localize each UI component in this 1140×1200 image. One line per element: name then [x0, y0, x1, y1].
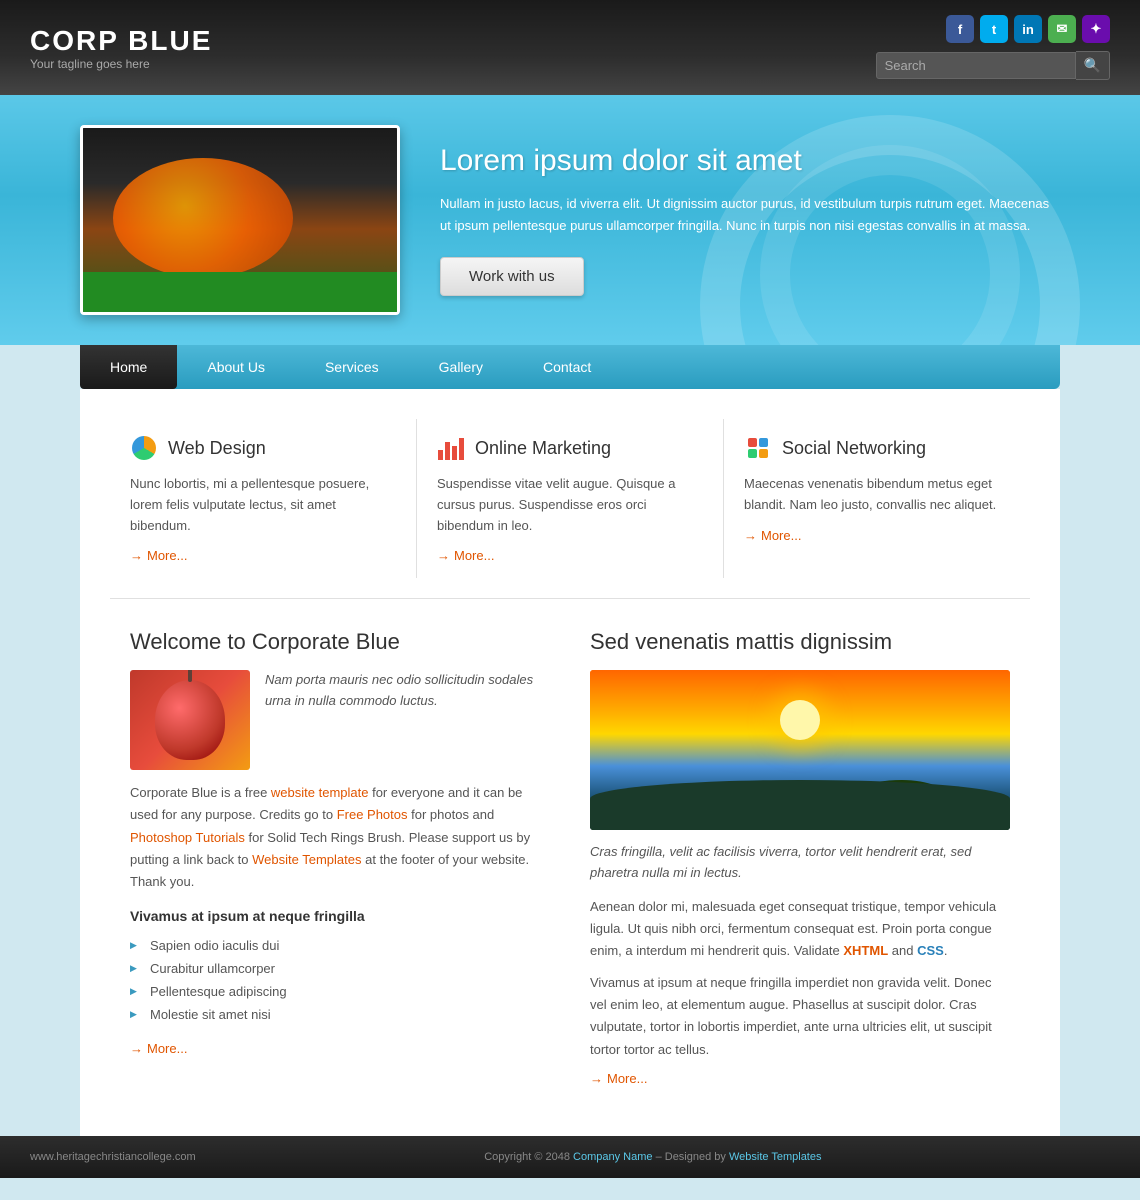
- footer-left: www.heritagechristiancollege.com: [30, 1151, 196, 1163]
- search-bar: 🔍: [876, 51, 1110, 80]
- list-item: Molestie sit amet nisi: [130, 1003, 550, 1026]
- online-marketing-label: Online Marketing: [475, 438, 611, 459]
- social-networking-column: Social Networking Maecenas venenatis bib…: [724, 419, 1030, 578]
- footer-center: Copyright © 2048 Company Name – Designed…: [484, 1151, 821, 1163]
- hero-text: Lorem ipsum dolor sit amet Nullam in jus…: [440, 144, 1060, 296]
- header-right: f t in ✉ ✦ 🔍: [876, 15, 1110, 80]
- hero-image-inner: FRUIT ART: [83, 128, 397, 312]
- social-icons: f t in ✉ ✦: [946, 15, 1110, 43]
- social-networking-more-link[interactable]: More...: [744, 528, 1010, 543]
- welcome-column: Welcome to Corporate Blue Nam porta maur…: [130, 629, 550, 1085]
- web-design-label: Web Design: [168, 438, 266, 459]
- footer-website-templates-link[interactable]: Website Templates: [729, 1151, 822, 1163]
- welcome-subheading: Vivamus at ipsum at neque fringilla: [130, 908, 550, 924]
- css-link[interactable]: CSS: [917, 943, 944, 958]
- logo-area: CORP BLUE Your tagline goes here: [30, 25, 212, 71]
- list-item: Sapien odio iaculis dui: [130, 934, 550, 957]
- apple-image: [130, 670, 250, 770]
- pie-chart-icon: [130, 434, 158, 462]
- website-templates-link[interactable]: Website Templates: [252, 852, 361, 867]
- message-icon[interactable]: ✉: [1048, 15, 1076, 43]
- welcome-heading: Welcome to Corporate Blue: [130, 629, 550, 655]
- welcome-body: Corporate Blue is a free website templat…: [130, 782, 550, 892]
- linkedin-icon[interactable]: in: [1014, 15, 1042, 43]
- web-design-heading: Web Design: [130, 434, 396, 462]
- hero-section: FRUIT ART Lorem ipsum dolor sit amet Nul…: [0, 95, 1140, 345]
- welcome-italic: Nam porta mauris nec odio sollicitudin s…: [265, 670, 550, 770]
- hero-heading: Lorem ipsum dolor sit amet: [440, 144, 1060, 178]
- three-columns-section: Web Design Nunc lobortis, mi a pellentes…: [110, 419, 1030, 578]
- nav-gallery[interactable]: Gallery: [409, 345, 513, 389]
- footer-copyright: Copyright © 2048: [484, 1151, 573, 1163]
- nav-about-us[interactable]: About Us: [177, 345, 295, 389]
- bar-chart-icon: [437, 434, 465, 462]
- right-more-link[interactable]: More...: [590, 1071, 1010, 1086]
- right-body1: Aenean dolor mi, malesuada eget consequa…: [590, 896, 1010, 962]
- hero-image: FRUIT ART: [80, 125, 400, 315]
- hero-paragraph: Nullam in justo lacus, id viverra elit. …: [440, 193, 1060, 237]
- list-item: Curabitur ullamcorper: [130, 957, 550, 980]
- grid-icon: [744, 434, 772, 462]
- facebook-icon[interactable]: f: [946, 15, 974, 43]
- right-section-heading: Sed venenatis mattis dignissim: [590, 629, 1010, 655]
- twitter-icon[interactable]: t: [980, 15, 1008, 43]
- social-networking-para: Maecenas venenatis bibendum metus eget b…: [744, 474, 1010, 516]
- free-photos-link[interactable]: Free Photos: [337, 807, 408, 822]
- xhtml-link[interactable]: XHTML: [843, 943, 888, 958]
- footer-company-name[interactable]: Company Name: [573, 1151, 652, 1163]
- section-divider: [110, 598, 1030, 599]
- photoshop-tutorials-link[interactable]: Photoshop Tutorials: [130, 830, 245, 845]
- two-columns-section: Welcome to Corporate Blue Nam porta maur…: [110, 609, 1030, 1105]
- welcome-top: Nam porta mauris nec odio sollicitudin s…: [130, 670, 550, 770]
- work-with-us-button[interactable]: Work with us: [440, 257, 584, 296]
- social-networking-heading: Social Networking: [744, 434, 1010, 462]
- search-button[interactable]: 🔍: [1076, 51, 1110, 80]
- bullet-list: Sapien odio iaculis dui Curabitur ullamc…: [130, 934, 550, 1026]
- online-marketing-column: Online Marketing Suspendisse vitae velit…: [417, 419, 724, 578]
- logo-title: CORP BLUE: [30, 25, 212, 57]
- sunset-image: [590, 670, 1010, 830]
- welcome-more-link[interactable]: More...: [130, 1041, 550, 1056]
- main-navigation: Home About Us Services Gallery Contact: [80, 345, 1060, 389]
- website-template-link[interactable]: website template: [271, 785, 369, 800]
- rss-icon[interactable]: ✦: [1082, 15, 1110, 43]
- online-marketing-more-link[interactable]: More...: [437, 548, 703, 563]
- footer: www.heritagechristiancollege.com Copyrig…: [0, 1136, 1140, 1178]
- right-caption: Cras fringilla, velit ac facilisis viver…: [590, 842, 1010, 884]
- main-content: Web Design Nunc lobortis, mi a pellentes…: [80, 389, 1060, 1136]
- online-marketing-para: Suspendisse vitae velit augue. Quisque a…: [437, 474, 703, 536]
- nav-contact[interactable]: Contact: [513, 345, 621, 389]
- list-item: Pellentesque adipiscing: [130, 980, 550, 1003]
- nav-services[interactable]: Services: [295, 345, 409, 389]
- logo-tagline: Your tagline goes here: [30, 57, 212, 71]
- web-design-para: Nunc lobortis, mi a pellentesque posuere…: [130, 474, 396, 536]
- header: CORP BLUE Your tagline goes here f t in …: [0, 0, 1140, 95]
- online-marketing-heading: Online Marketing: [437, 434, 703, 462]
- right-section-column: Sed venenatis mattis dignissim Cras frin…: [590, 629, 1010, 1085]
- nav-home[interactable]: Home: [80, 345, 177, 389]
- right-body2: Vivamus at ipsum at neque fringilla impe…: [590, 972, 1010, 1060]
- web-design-more-link[interactable]: More...: [130, 548, 396, 563]
- social-networking-label: Social Networking: [782, 438, 926, 459]
- web-design-column: Web Design Nunc lobortis, mi a pellentes…: [110, 419, 417, 578]
- search-input[interactable]: [876, 52, 1076, 79]
